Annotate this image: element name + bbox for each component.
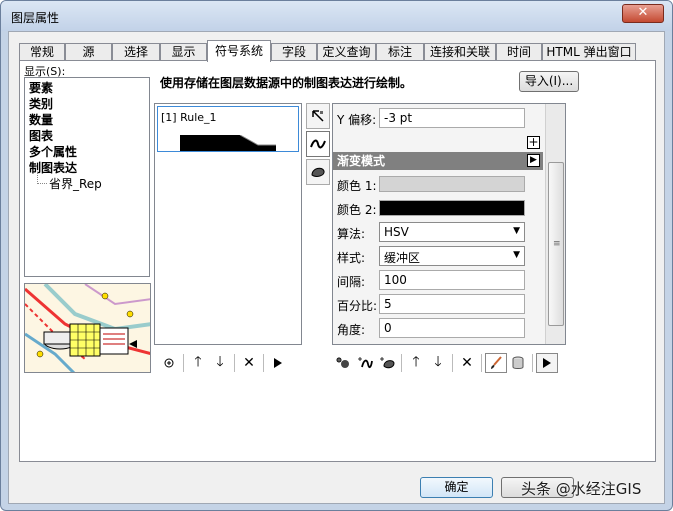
algorithm-row: 算法: HSV ▼ [337,222,532,242]
angle-label: 角度: [337,323,366,337]
tree-item-categories[interactable]: 类别 [29,96,149,112]
rules-toolbar: 🡑 🡓 ✕ [158,353,289,373]
tab-strip: 常规 源 选择 显示 符号系统 字段 定义查询 标注 连接和关联 时间 HTML… [19,40,659,62]
tab-joins-relates[interactable]: 连接和关联 [424,43,496,61]
tab-selection[interactable]: 选择 [112,43,160,61]
delete-icon[interactable]: ✕ [238,353,260,373]
interval-row: 间隔: 100 [337,270,532,290]
import-button[interactable]: 导入(I)... [519,71,579,92]
style-value: 缓冲区 [384,251,421,265]
toolbar-divider [263,354,264,372]
chevron-down-icon: ▼ [513,250,520,260]
dialog-client-area: 常规 源 选择 显示 符号系统 字段 定义查询 标注 连接和关联 时间 HTML… [8,31,665,504]
move-up-icon[interactable]: 🡑 [187,353,209,373]
tree-item-multiple-attributes[interactable]: 多个属性 [29,144,149,160]
style-label: 样式: [337,251,366,265]
toolbar-divider [481,354,482,372]
algorithm-value: HSV [384,225,409,239]
description-text: 使用存储在图层数据源中的制图表达进行绘制。 [160,76,413,90]
tab-symbology[interactable]: 符号系统 [207,40,271,62]
tree-item-quantities[interactable]: 数量 [29,112,149,128]
style-select[interactable]: 缓冲区 ▼ [379,246,525,266]
toolbar-divider [401,354,402,372]
collapse-triangle-icon[interactable]: ▶ [527,154,540,167]
tab-source[interactable]: 源 [65,43,112,61]
tab-definition-query[interactable]: 定义查询 [317,43,376,61]
add-stroke-layer-icon[interactable] [354,353,376,373]
add-fill-layer-icon[interactable] [376,353,398,373]
y-offset-label: Y 偏移: [337,113,377,127]
rules-list: [1] Rule_1 [154,103,302,345]
tab-general[interactable]: 常规 [19,43,65,61]
rule-item[interactable]: [1] Rule_1 [157,106,299,152]
tree-item-province-rep[interactable]: 省界_Rep [29,172,149,192]
tree-item-representations[interactable]: 制图表达 [29,160,149,176]
more-options-icon[interactable] [536,353,558,373]
play-icon[interactable] [267,353,289,373]
interval-label: 间隔: [337,275,366,289]
toolbar-divider [532,354,533,372]
tree-child-label: 省界_Rep [49,177,102,191]
style-row: 样式: 缓冲区 ▼ [337,246,532,266]
database-icon[interactable] [507,353,529,373]
angle-row: 角度: 0 [337,318,532,338]
marker-layer-icon[interactable] [306,103,330,129]
color2-row: 颜色 2: [337,198,532,218]
color2-swatch[interactable] [379,200,525,216]
toolbar-divider [183,354,184,372]
grip-icon: ≡ [553,239,561,249]
gradient-section-header: 渐变模式 [333,152,543,170]
layer-move-down-icon[interactable]: 🡓 [427,353,449,373]
layer-properties-pane: Y 偏移: -3 pt + 渐变模式 ▶ 颜色 1: 颜色 2: 算法: HSV… [332,103,566,345]
stroke-layer-icon[interactable] [306,131,330,157]
chevron-down-icon: ▼ [513,226,520,236]
tab-fields[interactable]: 字段 [271,43,317,61]
ok-button[interactable]: 确定 [420,477,493,498]
tree-connector [37,172,47,184]
layer-move-up-icon[interactable]: 🡑 [405,353,427,373]
y-offset-input[interactable]: -3 pt [379,108,525,128]
expand-plus-icon[interactable]: + [527,136,540,149]
layer-delete-icon[interactable]: ✕ [456,353,478,373]
tree-item-charts[interactable]: 图表 [29,128,149,144]
title-bar: 图层属性 ✕ [1,1,672,31]
layers-toolbar: 🡑 🡓 ✕ [332,353,558,373]
rule-label: [1] Rule_1 [161,111,217,124]
renderer-tree: 要素 类别 数量 图表 多个属性 制图表达 省界_Rep [24,77,150,277]
tab-display[interactable]: 显示 [160,43,207,61]
window-title: 图层属性 [11,11,60,25]
tab-time[interactable]: 时间 [496,43,542,61]
color2-label: 颜色 2: [337,203,377,217]
interval-input[interactable]: 100 [379,270,525,290]
toolbar-divider [234,354,235,372]
percent-input[interactable]: 5 [379,294,525,314]
tab-html-popup[interactable]: HTML 弹出窗口 [542,43,636,61]
renderer-preview-image [24,283,151,373]
symbology-panel: 显示(S): 要素 类别 数量 图表 多个属性 制图表达 省界_Rep 使用存储… [19,60,656,462]
toolbar-divider [452,354,453,372]
y-offset-row: Y 偏移: -3 pt [337,108,532,128]
tree-item-features[interactable]: 要素 [29,80,149,96]
watermark-text: 头条 @水经注GIS [521,480,642,498]
close-button[interactable]: ✕ [622,4,664,23]
move-down-icon[interactable]: 🡓 [209,353,231,373]
layer-type-toolbar [306,103,332,193]
brush-icon[interactable] [485,353,507,373]
color1-label: 颜色 1: [337,179,377,193]
percent-row: 百分比: 5 [337,294,532,314]
add-rule-icon[interactable] [158,353,180,373]
algorithm-select[interactable]: HSV ▼ [379,222,525,242]
angle-input[interactable]: 0 [379,318,525,338]
scrollbar-thumb[interactable]: ≡ [548,162,564,326]
color1-row: 颜色 1: [337,174,532,194]
fill-layer-icon[interactable] [306,159,330,185]
algorithm-label: 算法: [337,227,366,241]
percent-label: 百分比: [337,299,378,313]
rule-symbol-preview [180,135,276,151]
color1-swatch[interactable] [379,176,525,192]
tab-labels[interactable]: 标注 [376,43,424,61]
add-marker-layer-icon[interactable] [332,353,354,373]
properties-scrollbar[interactable]: ≡ [545,104,565,344]
layer-properties-window: 图层属性 ✕ 常规 源 选择 显示 符号系统 字段 定义查询 标注 连接和关联 … [0,0,673,511]
